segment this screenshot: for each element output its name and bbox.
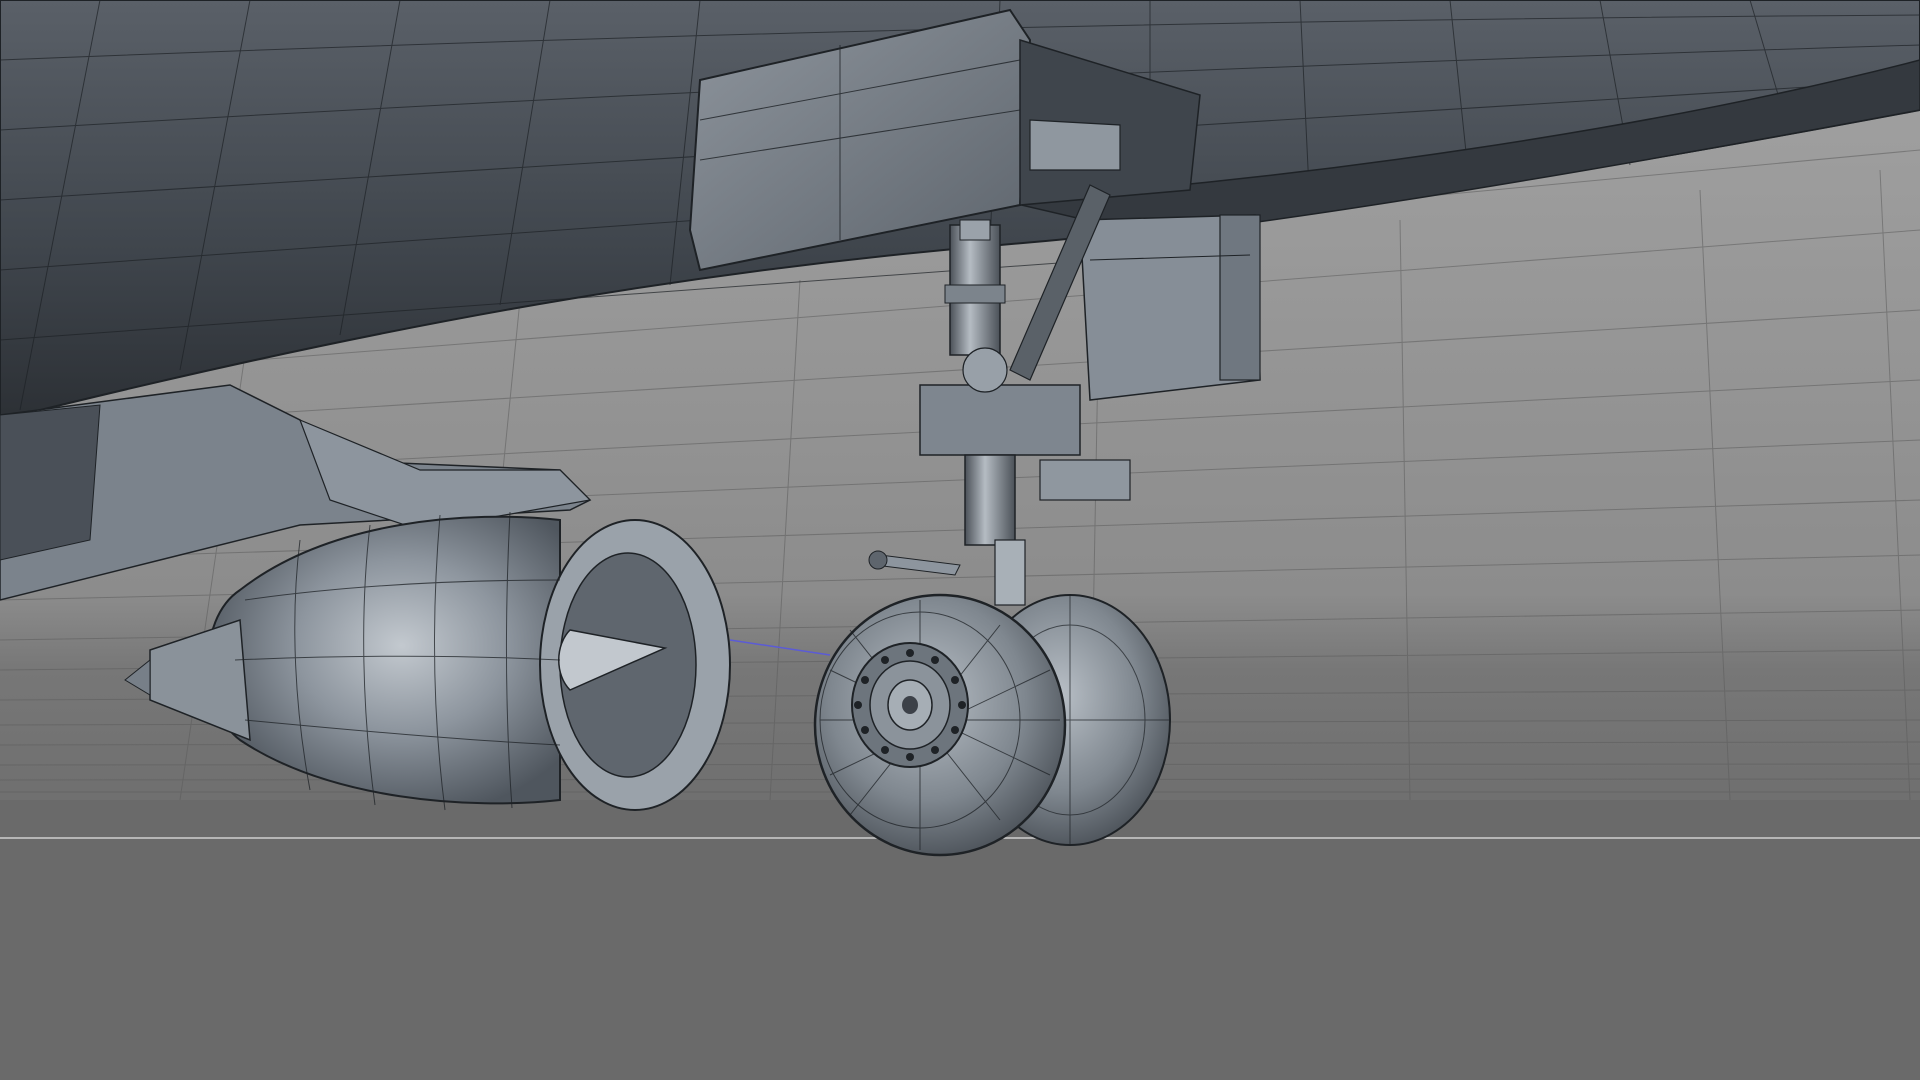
gear-door-side[interactable] [1079, 214, 1261, 401]
gear-bay-panel [1029, 119, 1121, 171]
wing-root-shadow [0, 404, 101, 561]
3d-viewport[interactable] [0, 0, 1920, 1080]
hub-icon [851, 642, 969, 768]
front-wheel[interactable] [813, 593, 1067, 857]
viewport-canvas[interactable] [0, 0, 1920, 1080]
